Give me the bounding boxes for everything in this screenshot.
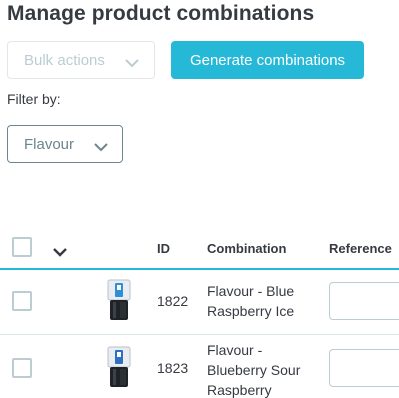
manage-combinations-panel: Manage product combinations Bulk actions… — [0, 0, 399, 398]
product-thumbnail — [107, 279, 131, 320]
row-combination: Flavour - Blue Raspberry Ice — [207, 283, 295, 319]
flavour-filter-label: Flavour — [24, 135, 75, 153]
page-title: Manage product combinations — [7, 2, 315, 25]
row-checkbox[interactable] — [12, 358, 32, 378]
row-checkbox[interactable] — [12, 291, 32, 311]
reference-input[interactable] — [329, 282, 399, 320]
select-all-checkbox[interactable] — [12, 237, 32, 257]
chevron-down-icon[interactable] — [53, 244, 67, 262]
chevron-down-icon — [94, 139, 108, 156]
row-id: 1822 — [157, 293, 189, 309]
chevron-down-icon — [125, 55, 139, 72]
row-id: 1823 — [157, 360, 189, 376]
product-thumbnail — [107, 346, 131, 387]
bulk-actions-label: Bulk actions — [24, 51, 105, 69]
header-divider — [0, 268, 399, 270]
generate-combinations-button[interactable]: Generate combinations — [171, 41, 364, 79]
column-header-reference: Reference — [329, 241, 392, 256]
column-header-id: ID — [157, 241, 170, 256]
flavour-filter-dropdown[interactable]: Flavour — [7, 125, 123, 163]
column-header-combination: Combination — [207, 241, 287, 256]
filter-by-label: Filter by: — [7, 91, 61, 107]
row-divider — [0, 334, 399, 335]
row-combination: Flavour - Blueberry Sour Raspberry — [207, 342, 301, 398]
bulk-actions-dropdown[interactable]: Bulk actions — [7, 41, 155, 79]
reference-input[interactable] — [329, 349, 399, 387]
